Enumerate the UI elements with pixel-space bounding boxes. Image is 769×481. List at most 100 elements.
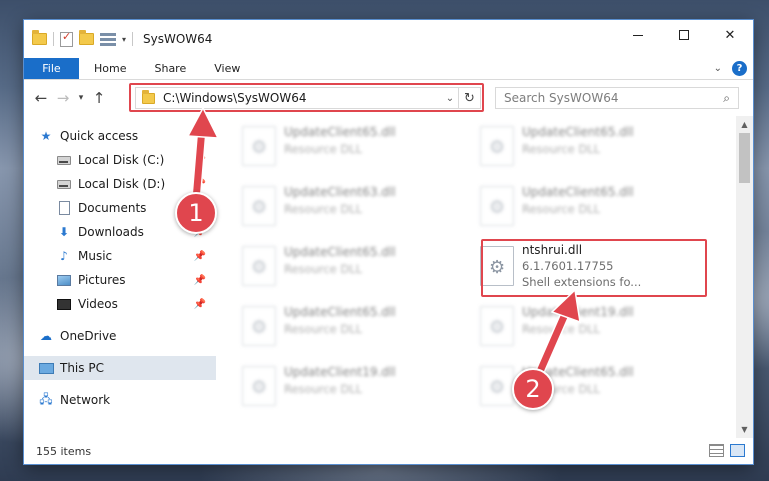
status-bar: 155 items xyxy=(24,438,753,464)
list-item[interactable]: UpdateClient19.dllResource DLL xyxy=(480,300,700,352)
address-row: ← → ▾ ↑ C:\Windows\SysWOW64 ⌄ ↻ Search S… xyxy=(24,80,753,116)
sidebar-item-network[interactable]: 🖧 Network xyxy=(24,388,216,412)
dll-file-icon xyxy=(480,306,514,346)
pin-icon[interactable]: 📌 xyxy=(194,275,206,286)
dll-file-icon xyxy=(480,186,514,226)
sidebar-item-label: Network xyxy=(60,393,111,407)
sidebar-item-label: This PC xyxy=(60,361,104,375)
list-item[interactable]: UpdateClient63.dllResource DLL xyxy=(242,180,462,232)
pin-icon[interactable]: 📌 xyxy=(194,179,206,190)
tab-home[interactable]: Home xyxy=(79,58,140,79)
view-switcher xyxy=(709,444,745,457)
properties-icon[interactable] xyxy=(60,30,73,47)
callout-badge-1: 1 xyxy=(175,192,217,234)
view-options-icon[interactable] xyxy=(100,32,116,46)
scroll-up-icon[interactable]: ▲ xyxy=(736,116,753,133)
toolbar-separator xyxy=(53,32,54,46)
list-item[interactable]: UpdateClient65.dllResource DLL xyxy=(480,180,700,232)
pin-icon[interactable]: 📌 xyxy=(194,299,206,310)
maximize-icon xyxy=(679,30,689,40)
sidebar-item-quick-access[interactable]: ★ Quick access xyxy=(24,124,216,148)
scroll-down-icon[interactable]: ▼ xyxy=(736,421,753,438)
sidebar-item-label: Quick access xyxy=(60,129,139,143)
title-bar: ▾ SysWOW64 ✕ xyxy=(24,20,753,58)
file-explorer-window: ▾ SysWOW64 ✕ File Home Share View ⌄ ? ← … xyxy=(24,20,753,464)
star-icon: ★ xyxy=(40,129,52,143)
pin-icon[interactable]: 📌 xyxy=(194,155,206,166)
back-arrow-icon[interactable]: ← xyxy=(30,89,52,107)
ribbon-right-controls: ⌄ ? xyxy=(714,61,747,76)
list-item[interactable]: UpdateClient19.dllResource DLL xyxy=(242,360,462,412)
sidebar-item-label: Local Disk (D:) xyxy=(78,177,166,191)
window-title: SysWOW64 xyxy=(143,32,213,46)
tab-file[interactable]: File xyxy=(24,58,79,79)
large-icons-view-icon[interactable] xyxy=(730,444,745,457)
file-highlight-box xyxy=(481,239,707,297)
address-highlight-box xyxy=(129,83,484,112)
callout-badge-2: 2 xyxy=(512,368,554,410)
search-placeholder: Search SysWOW64 xyxy=(504,91,619,105)
sidebar-item-local-disk-d[interactable]: Local Disk (D:) 📌 xyxy=(24,172,216,196)
list-item[interactable]: UpdateClient65.dllResource DLL xyxy=(242,240,462,292)
dll-file-icon xyxy=(480,366,514,406)
customize-toolbar-icon[interactable]: ▾ xyxy=(122,35,126,44)
quick-access-toolbar: ▾ xyxy=(24,30,134,47)
list-item[interactable]: UpdateClient65.dllResource DLL xyxy=(242,300,462,352)
network-icon: 🖧 xyxy=(39,391,53,406)
close-button[interactable]: ✕ xyxy=(707,20,753,50)
drive-icon xyxy=(56,176,72,192)
sidebar-item-local-disk-c[interactable]: Local Disk (C:) 📌 xyxy=(24,148,216,172)
sidebar-item-onedrive[interactable]: ☁ OneDrive xyxy=(24,324,216,348)
forward-arrow-icon[interactable]: → xyxy=(52,89,74,107)
item-count: 155 items xyxy=(36,444,92,458)
music-icon: ♪ xyxy=(60,249,68,263)
navigation-pane: ★ Quick access Local Disk (C:) 📌 Local D… xyxy=(24,116,216,438)
up-arrow-icon[interactable]: ↑ xyxy=(88,89,110,107)
computer-icon xyxy=(38,360,54,376)
expand-ribbon-icon[interactable]: ⌄ xyxy=(714,63,722,74)
new-folder-icon[interactable] xyxy=(79,30,94,45)
dll-file-icon xyxy=(242,306,276,346)
maximize-button[interactable] xyxy=(661,20,707,50)
sidebar-item-label: Videos xyxy=(78,297,118,311)
tab-share[interactable]: Share xyxy=(140,58,200,79)
sidebar-item-this-pc[interactable]: This PC xyxy=(24,356,216,380)
sidebar-item-label: Pictures xyxy=(78,273,126,287)
sidebar-item-label: OneDrive xyxy=(60,329,117,343)
close-icon: ✕ xyxy=(724,27,736,43)
tab-view[interactable]: View xyxy=(200,58,254,79)
downloads-icon: ⬇ xyxy=(58,225,70,239)
videos-icon xyxy=(56,296,72,312)
pictures-icon xyxy=(56,272,72,288)
pin-icon[interactable]: 📌 xyxy=(194,251,206,262)
scroll-thumb[interactable] xyxy=(739,133,750,183)
recent-locations-icon[interactable]: ▾ xyxy=(74,93,88,103)
sidebar-item-label: Downloads xyxy=(78,225,144,239)
sidebar-item-label: Documents xyxy=(78,201,147,215)
folder-icon xyxy=(32,30,47,45)
list-item[interactable]: UpdateClient65.dllResource DLL xyxy=(480,120,700,172)
vertical-scrollbar[interactable]: ▲ ▼ xyxy=(736,116,753,438)
dll-file-icon xyxy=(242,246,276,286)
content-area: ★ Quick access Local Disk (C:) 📌 Local D… xyxy=(24,116,753,438)
ribbon-tabs: File Home Share View ⌄ ? xyxy=(24,58,753,80)
list-item[interactable]: UpdateClient65.dllResource DLL xyxy=(242,120,462,172)
minimize-icon xyxy=(633,34,643,36)
help-icon[interactable]: ? xyxy=(732,61,747,76)
sidebar-item-label: Local Disk (C:) xyxy=(78,153,165,167)
file-list: UpdateClient65.dllResource DLL UpdateCli… xyxy=(216,116,753,438)
search-icon: ⌕ xyxy=(723,90,730,105)
window-controls: ✕ xyxy=(615,20,753,50)
cloud-icon: ☁ xyxy=(40,329,52,343)
sidebar-item-pictures[interactable]: Pictures 📌 xyxy=(24,268,216,292)
search-input[interactable]: Search SysWOW64 ⌕ xyxy=(495,87,739,109)
details-view-icon[interactable] xyxy=(709,444,724,457)
sidebar-item-music[interactable]: ♪ Music 📌 xyxy=(24,244,216,268)
toolbar-separator xyxy=(132,32,134,46)
dll-file-icon xyxy=(242,366,276,406)
dll-file-icon xyxy=(480,126,514,166)
minimize-button[interactable] xyxy=(615,20,661,50)
sidebar-item-label: Music xyxy=(78,249,113,263)
sidebar-item-videos[interactable]: Videos 📌 xyxy=(24,292,216,316)
documents-icon xyxy=(56,200,72,216)
